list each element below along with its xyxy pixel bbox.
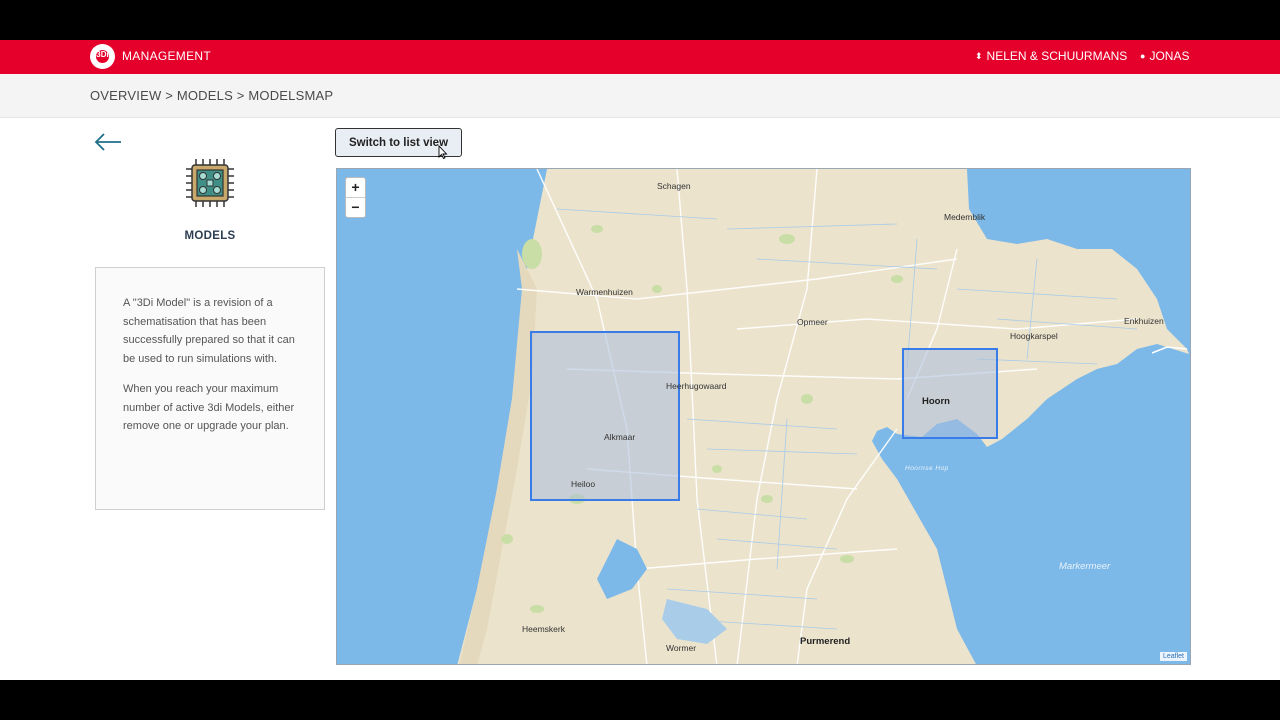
zoom-out-button[interactable]: −: [346, 198, 365, 218]
logo-text: 3Di: [96, 50, 109, 59]
water-label: Hoornse Hop: [905, 465, 949, 472]
place-label: Alkmaar: [604, 432, 636, 442]
place-label: Enkhuizen: [1124, 316, 1164, 326]
user-menu[interactable]: ● JONAS: [1140, 49, 1189, 63]
place-label: Medemblik: [944, 212, 986, 222]
chip-icon: [186, 159, 234, 207]
map[interactable]: Schagen Medemblik Warmenhuizen Opmeer Ho…: [336, 168, 1191, 665]
place-label: Heiloo: [571, 479, 596, 489]
place-label: Opmeer: [797, 317, 828, 327]
place-label: Hoorn: [922, 396, 950, 407]
back-arrow-icon[interactable]: [94, 133, 122, 151]
place-label: Heerhugowaard: [666, 381, 727, 391]
app-title[interactable]: MANAGEMENT: [122, 49, 211, 63]
zoom-control: + −: [345, 177, 366, 218]
water-label: Markermeer: [1059, 561, 1111, 572]
place-label: Schagen: [657, 181, 691, 191]
info-paragraph: A "3Di Model" is a revision of a schemat…: [123, 297, 295, 366]
zoom-in-button[interactable]: +: [346, 178, 365, 198]
organisation-name: NELEN & SCHUURMANS: [986, 49, 1128, 63]
sort-icon: ⬍: [975, 51, 983, 61]
section-title: MODELS: [184, 230, 236, 242]
model-area-hoorn[interactable]: [902, 348, 998, 439]
info-box: A "3Di Model" is a revision of a schemat…: [95, 267, 325, 510]
info-paragraph: When you reach your maximum number of ac…: [123, 382, 295, 433]
user-name: JONAS: [1149, 49, 1190, 63]
place-label: Heemskerk: [522, 624, 565, 634]
model-area-alkmaar[interactable]: [530, 331, 680, 501]
map-attribution-link[interactable]: Leaflet: [1159, 652, 1187, 661]
map-tiles: [457, 169, 1189, 664]
breadcrumb[interactable]: OVERVIEW > MODELS > MODELSMAP: [90, 88, 333, 103]
place-label: Warmenhuizen: [576, 287, 633, 297]
breadcrumb-bar: OVERVIEW > MODELS > MODELSMAP: [0, 74, 1280, 118]
place-label: Purmerend: [800, 636, 851, 647]
logo[interactable]: 3Di: [90, 44, 115, 69]
mouse-cursor-icon: [438, 145, 448, 159]
place-label: Hoogkarspel: [1010, 331, 1058, 341]
organisation-selector[interactable]: ⬍ NELEN & SCHUURMANS: [975, 49, 1127, 63]
place-label: Wormer: [666, 643, 697, 653]
user-icon: ●: [1140, 51, 1146, 61]
app-window: 3Di MANAGEMENT ⬍ NELEN & SCHUURMANS ● JONA…: [0, 40, 1280, 680]
top-bar: 3Di MANAGEMENT ⬍ NELEN & SCHUURMANS ● JONA…: [0, 40, 1280, 74]
